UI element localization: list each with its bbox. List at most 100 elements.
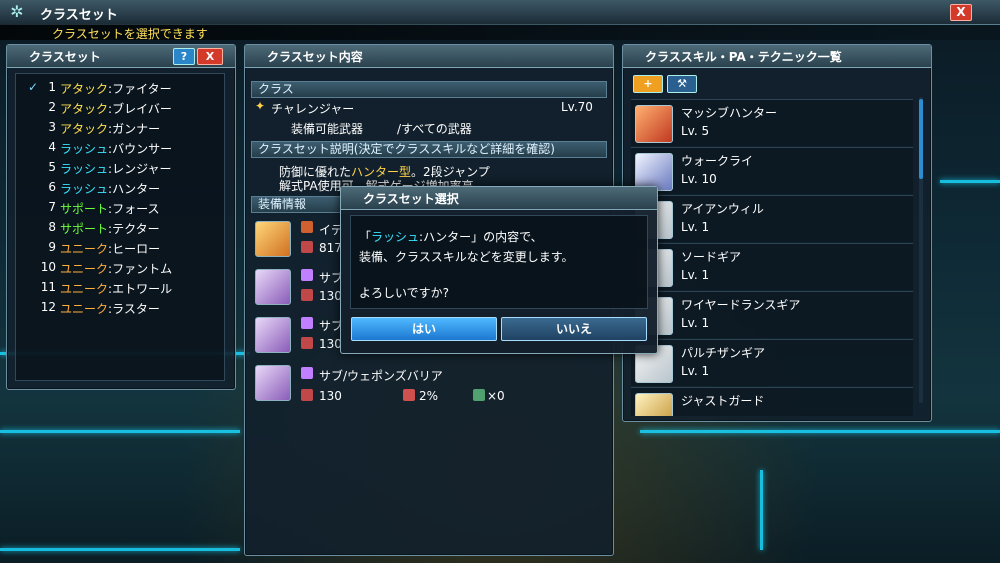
class-set-label: ユニーク:ラスター xyxy=(60,302,160,316)
tab-class-skills[interactable]: + xyxy=(633,75,663,93)
help-button[interactable]: ? xyxy=(173,48,195,65)
unit-icon xyxy=(255,269,291,305)
equipment-stat: 130 xyxy=(319,289,342,303)
class-set-item[interactable]: 8 サポート:テクター xyxy=(16,218,226,238)
class-skills-panel: クラススキル・PA・テクニック一覧 + ⚒ マッシブハンター Lv. 5 ウォー… xyxy=(622,44,932,422)
skill-list-item[interactable]: アイアンウィル Lv. 1 xyxy=(631,195,913,242)
equipment-extra-stat: ×0 xyxy=(487,389,505,403)
equipment-stat: 130 xyxy=(319,337,342,351)
resist-stat-icon xyxy=(403,389,415,401)
class-set-item[interactable]: 6 ラッシュ:ハンター xyxy=(16,178,226,198)
unit-type-icon xyxy=(301,317,313,329)
equipment-extra-stat: 2% xyxy=(419,389,439,403)
weapons-value: /すべての武器 xyxy=(397,122,472,136)
unit-icon xyxy=(255,317,291,353)
class-set-number: 1 xyxy=(48,80,56,94)
dialog-message-line-2: 装備、クラススキルなどを変更します。 xyxy=(359,250,574,264)
background-neon-line xyxy=(640,430,1000,433)
class-set-item[interactable]: 5 ラッシュ:レンジャー xyxy=(16,158,226,178)
dialog-title: クラスセット選択 xyxy=(363,192,459,206)
skill-list-item[interactable]: マッシブハンター Lv. 5 xyxy=(631,99,913,146)
skill-level: Lv. 1 xyxy=(681,268,710,282)
class-set-label: ユニーク:ファントム xyxy=(60,262,173,276)
class-set-number: 12 xyxy=(40,300,56,314)
equipment-stat: 817 xyxy=(319,241,342,255)
background-neon-line xyxy=(0,430,240,433)
unit-type-icon xyxy=(301,269,313,281)
skill-list-item[interactable]: ジャストガード xyxy=(631,387,913,416)
class-set-label: アタック:ファイター xyxy=(60,82,172,96)
defense-stat-icon xyxy=(301,389,313,401)
class-name: チャレンジャー xyxy=(271,102,355,116)
tab-techniques[interactable]: ⚒ xyxy=(667,75,697,93)
class-set-label: ラッシュ:バウンサー xyxy=(60,142,173,156)
skill-name: ウォークライ xyxy=(681,154,754,168)
class-set-label: ラッシュ:ハンター xyxy=(60,182,161,196)
skill-list-item[interactable]: ソードギア Lv. 1 xyxy=(631,243,913,290)
skills-panel-title: クラススキル・PA・テクニック一覧 xyxy=(645,50,842,64)
details-panel-title: クラスセット内容 xyxy=(267,50,363,64)
class-set-item[interactable]: 10 ユニーク:ファントム xyxy=(16,258,226,278)
class-set-number: 11 xyxy=(40,280,56,294)
class-set-panel-title: クラスセット xyxy=(29,50,101,64)
class-set-item[interactable]: ✓ 1 アタック:ファイター xyxy=(16,78,226,98)
class-set-item[interactable]: 7 サポート:フォース xyxy=(16,198,226,218)
class-set-panel: クラスセット ? X ✓ 1 アタック:ファイター 2 アタック:ブレイバー 3… xyxy=(6,44,236,390)
skill-list-item[interactable]: パルチザンギア Lv. 1 xyxy=(631,339,913,386)
details-panel-header: クラスセット内容 xyxy=(245,45,613,68)
class-set-label: アタック:ガンナー xyxy=(60,122,161,136)
class-set-number: 5 xyxy=(48,160,56,174)
instruction-text: クラスセットを選択できます xyxy=(52,27,208,41)
skill-list-item[interactable]: ウォークライ Lv. 10 xyxy=(631,147,913,194)
defense-stat-icon xyxy=(301,337,313,349)
skill-name: パルチザンギア xyxy=(681,346,766,360)
class-set-label: ユニーク:エトワール xyxy=(60,282,173,296)
class-set-label: ユニーク:ヒーロー xyxy=(60,242,161,256)
skill-list-item[interactable]: ワイヤードランスギア Lv. 1 xyxy=(631,291,913,338)
yes-button[interactable]: はい xyxy=(351,317,497,341)
skill-level: Lv. 1 xyxy=(681,220,710,234)
class-set-list: ✓ 1 アタック:ファイター 2 アタック:ブレイバー 3 アタック:ガンナー … xyxy=(15,73,225,381)
class-set-item[interactable]: 11 ユニーク:エトワール xyxy=(16,278,226,298)
class-section-header: クラス xyxy=(251,81,607,98)
skill-name: マッシブハンター xyxy=(681,106,778,120)
instruction-bar: クラスセットを選択できます xyxy=(0,24,1000,41)
skill-level: Lv. 1 xyxy=(681,316,710,330)
class-set-item[interactable]: 9 ユニーク:ヒーロー xyxy=(16,238,226,258)
class-set-number: 9 xyxy=(48,240,56,254)
class-set-number: 3 xyxy=(48,120,56,134)
class-set-number: 7 xyxy=(48,200,56,214)
class-set-label: サポート:フォース xyxy=(60,202,160,216)
class-set-label: サポート:テクター xyxy=(60,222,160,236)
class-set-number: 6 xyxy=(48,180,56,194)
skill-icon xyxy=(635,393,673,416)
class-set-label: アタック:ブレイバー xyxy=(60,102,172,116)
class-set-item[interactable]: 3 アタック:ガンナー xyxy=(16,118,226,138)
skill-icon xyxy=(635,105,673,143)
class-set-confirm-dialog: クラスセット選択 「ラッシュ:ハンター」の内容で、 装備、クラススキルなどを変更… xyxy=(340,186,658,354)
class-set-number: 2 xyxy=(48,100,56,114)
unit-type-icon xyxy=(301,367,313,379)
no-button[interactable]: いいえ xyxy=(501,317,647,341)
skill-level: Lv. 5 xyxy=(681,124,710,138)
skill-name: ソードギア xyxy=(681,250,742,264)
skills-scrollbar[interactable] xyxy=(919,97,923,403)
class-set-item[interactable]: 4 ラッシュ:バウンサー xyxy=(16,138,226,158)
background-neon-line xyxy=(940,180,1000,183)
equipment-name: サブ/ウェポンズバリア xyxy=(319,369,443,383)
skill-name: アイアンウィル xyxy=(681,202,764,216)
skill-level: Lv. 1 xyxy=(681,364,710,378)
class-set-item[interactable]: 12 ユニーク:ラスター xyxy=(16,298,226,318)
app-emblem-icon: ✲ xyxy=(10,2,24,21)
class-set-item[interactable]: 2 アタック:ブレイバー xyxy=(16,98,226,118)
skills-scrollbar-thumb[interactable] xyxy=(919,99,923,179)
window-close-button[interactable]: X xyxy=(950,4,972,21)
class-set-number: 8 xyxy=(48,220,56,234)
skill-name: ジャストガード xyxy=(681,394,765,408)
weapons-label: 装備可能武器 xyxy=(291,122,364,136)
background-neon-line xyxy=(760,470,763,550)
slot-stat-icon xyxy=(473,389,485,401)
weapon-type-icon xyxy=(301,221,313,233)
class-set-label: ラッシュ:レンジャー xyxy=(60,162,172,176)
class-set-close-button[interactable]: X xyxy=(197,48,223,65)
